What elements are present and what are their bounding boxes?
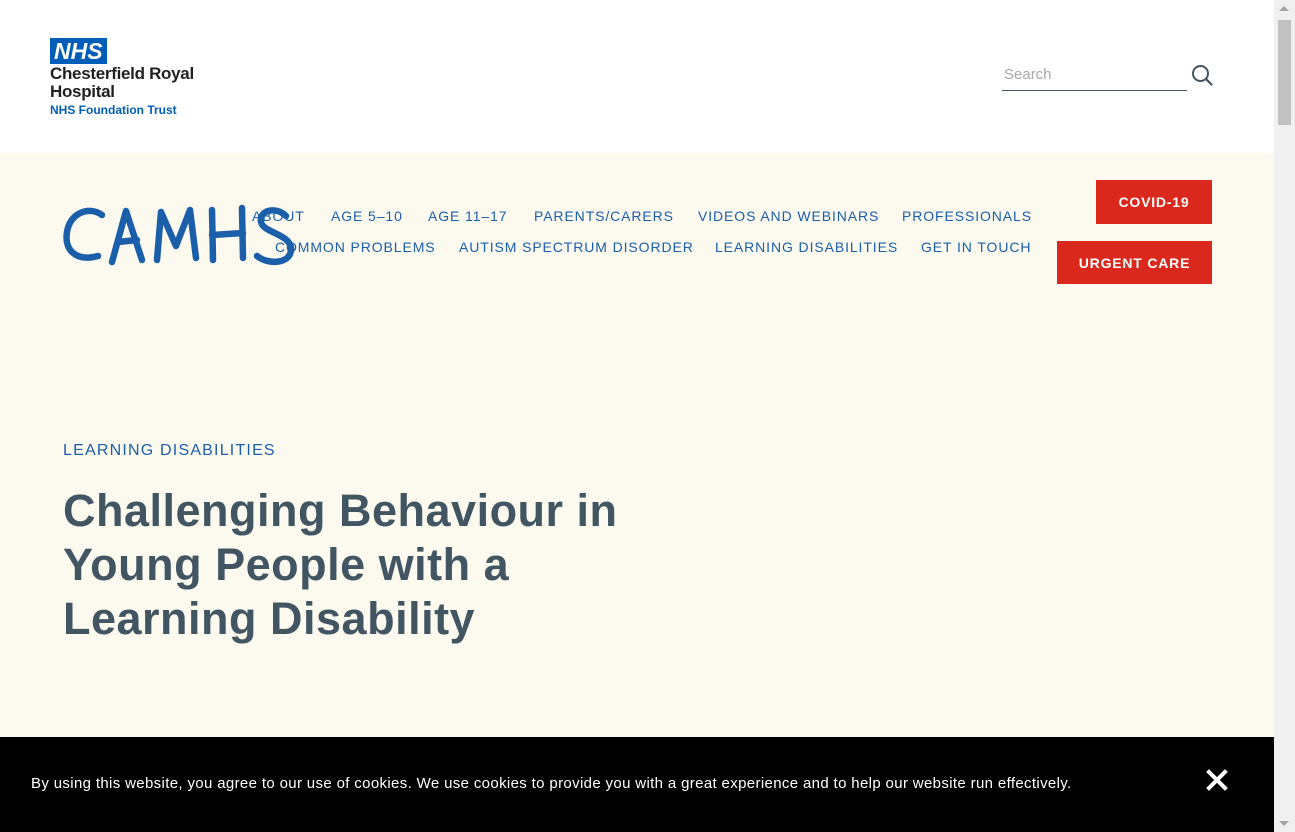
urgent-care-button[interactable]: URGENT CARE	[1057, 241, 1212, 284]
cookie-banner: By using this website, you agree to our …	[0, 737, 1274, 832]
nav-item-common-problems[interactable]: COMMON PROBLEMS	[275, 239, 436, 255]
close-icon[interactable]	[1204, 767, 1230, 793]
hospital-logo[interactable]: NHS Chesterfield Royal Hospital NHS Foun…	[50, 38, 230, 117]
hospital-trust-name: NHS Foundation Trust	[50, 103, 177, 117]
nav-item-age-5-10[interactable]: AGE 5–10	[331, 208, 403, 224]
vertical-scrollbar[interactable]	[1274, 0, 1295, 832]
scroll-down-arrow-icon[interactable]	[1279, 821, 1289, 826]
cookie-text: By using this website, you agree to our …	[31, 775, 1072, 792]
nav-item-parents-carers[interactable]: PARENTS/CARERS	[534, 208, 674, 224]
nav-item-autism[interactable]: AUTISM SPECTRUM DISORDER	[459, 239, 694, 255]
nav-item-about[interactable]: ABOUT	[252, 208, 305, 224]
section-label[interactable]: LEARNING DISABILITIES	[63, 442, 276, 460]
nav-item-age-11-17[interactable]: AGE 11–17	[428, 208, 507, 224]
hospital-name-line2: Hospital	[50, 82, 115, 101]
page-title: Challenging Behaviour in Young People wi…	[63, 485, 618, 644]
scroll-up-arrow-icon[interactable]	[1279, 6, 1289, 11]
covid-button[interactable]: COVID-19	[1096, 180, 1212, 224]
nav-item-professionals[interactable]: PROFESSIONALS	[902, 208, 1032, 224]
nav-item-videos-webinars[interactable]: VIDEOS AND WEBINARS	[698, 208, 879, 224]
search-input[interactable]	[1002, 60, 1187, 88]
nhs-badge: NHS	[50, 38, 107, 64]
hospital-name-line1: Chesterfield Royal	[50, 64, 194, 83]
search-icon[interactable]	[1191, 64, 1213, 86]
page: NHS Chesterfield Royal Hospital NHS Foun…	[0, 0, 1274, 832]
scroll-thumb[interactable]	[1278, 20, 1291, 125]
nav-item-learning-disabilities[interactable]: LEARNING DISABILITIES	[715, 239, 898, 255]
search-field[interactable]	[1002, 60, 1187, 91]
nav-item-get-in-touch[interactable]: GET IN TOUCH	[921, 239, 1031, 255]
top-header: NHS Chesterfield Royal Hospital NHS Foun…	[0, 0, 1274, 153]
